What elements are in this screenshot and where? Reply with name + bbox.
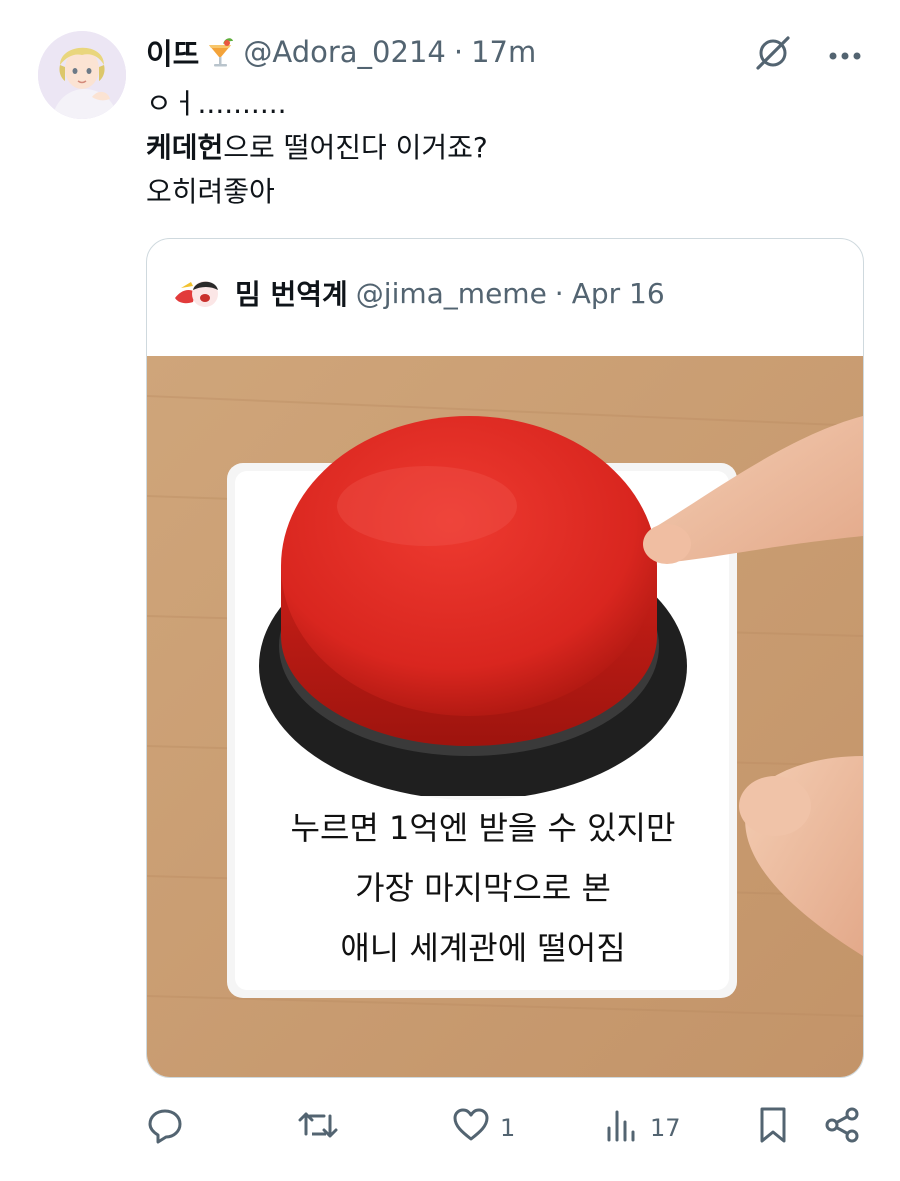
action-bar: 1 17	[146, 1104, 862, 1152]
like-icon	[452, 1107, 490, 1149]
tweet-line-3: 오히려좋아	[146, 175, 275, 208]
like-button[interactable]: 1	[452, 1104, 515, 1152]
tweet-line-1: ㅇㅓ..........	[146, 87, 287, 120]
like-count: 1	[500, 1114, 516, 1142]
image-caption: 누르면 1억엔 받을 수 있지만 가장 마지막으로 본 애니 세계관에 떨어짐	[243, 798, 723, 978]
caption-line-3: 애니 세계관에 떨어짐	[340, 929, 626, 967]
quoted-media-image[interactable]: 누르면 1억엔 받을 수 있지만 가장 마지막으로 본 애니 세계관에 떨어짐	[147, 356, 863, 1077]
views-icon	[604, 1108, 640, 1148]
share-icon	[824, 1107, 860, 1149]
author-avatar[interactable]	[38, 31, 126, 119]
caption-line-1: 누르면 1억엔 받을 수 있지만	[290, 809, 676, 847]
cocktail-emoji-icon	[205, 35, 235, 69]
more-icon[interactable]	[828, 46, 862, 65]
retweet-icon	[298, 1106, 338, 1150]
tweet-text: ㅇㅓ.......... 케데헌으로 떨어진다 이거죠? 오히려좋아	[146, 82, 488, 214]
grok-icon[interactable]	[754, 34, 792, 76]
quoted-author-name[interactable]: 밈 번역계	[235, 273, 348, 313]
tweet-line-2-rest: 으로 떨어진다 이거죠?	[223, 131, 488, 164]
reply-icon	[146, 1106, 184, 1150]
share-button[interactable]	[824, 1104, 860, 1152]
tweet-time[interactable]: 17m	[471, 35, 536, 69]
author-handle[interactable]: @Adora_0214	[243, 35, 445, 69]
separator-dot: ·	[453, 35, 464, 69]
quoted-tweet-header: 밈 번역계 @jima_meme · Apr 16	[173, 271, 665, 315]
avatar-illustration	[38, 31, 126, 119]
quoted-tweet[interactable]: 밈 번역계 @jima_meme · Apr 16 누르면 1억엔 받을 수 있…	[146, 238, 864, 1078]
retweet-button[interactable]	[298, 1104, 348, 1152]
quoted-date[interactable]: Apr 16	[572, 277, 665, 310]
views-count: 17	[650, 1114, 681, 1142]
bookmark-button[interactable]	[758, 1104, 788, 1152]
bookmark-icon	[758, 1106, 788, 1150]
author-name[interactable]: 이뜨	[146, 31, 199, 73]
views-button[interactable]: 17	[604, 1104, 681, 1152]
reply-button[interactable]	[146, 1104, 194, 1152]
caption-line-2: 가장 마지막으로 본	[355, 869, 611, 907]
quoted-separator-dot: ·	[554, 276, 564, 310]
hashtag-term: 케데헌	[146, 131, 224, 164]
quoted-author-handle[interactable]: @jima_meme	[356, 277, 547, 310]
tweet-line-2: 케데헌으로 떨어진다 이거죠?	[146, 126, 488, 170]
header-icons	[754, 34, 862, 76]
quoted-author-avatar[interactable]	[173, 276, 221, 310]
